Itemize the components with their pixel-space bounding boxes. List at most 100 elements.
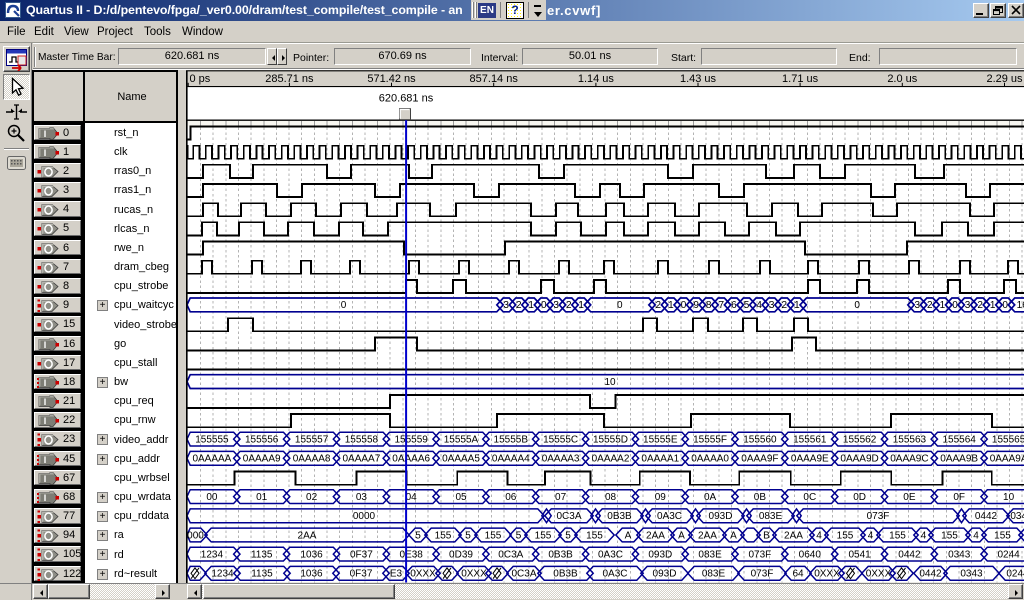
svg-text:5: 5 xyxy=(415,530,421,541)
svg-text:06: 06 xyxy=(505,492,517,503)
svg-text:3: 3 xyxy=(503,300,509,311)
svg-text:03: 03 xyxy=(356,492,368,503)
svg-text:15555A: 15555A xyxy=(444,434,479,445)
svg-text:0640: 0640 xyxy=(799,549,822,560)
svg-text:3: 3 xyxy=(915,300,921,311)
svg-text:15555D: 15555D xyxy=(593,434,628,445)
svg-text:0442: 0442 xyxy=(975,511,998,522)
svg-text:A: A xyxy=(730,530,737,541)
svg-text:2AA: 2AA xyxy=(298,530,317,541)
svg-text:083E: 083E xyxy=(702,569,726,580)
svg-text:0A3C: 0A3C xyxy=(602,569,627,580)
svg-text:2: 2 xyxy=(782,300,788,311)
svg-text:64: 64 xyxy=(792,569,804,580)
svg-text:07: 07 xyxy=(555,492,567,503)
svg-text:7: 7 xyxy=(719,300,725,311)
svg-text:4: 4 xyxy=(973,530,979,541)
svg-text:155: 155 xyxy=(586,530,603,541)
svg-text:0: 0 xyxy=(681,300,687,311)
svg-text:B: B xyxy=(763,530,770,541)
svg-text:2: 2 xyxy=(566,300,572,311)
svg-text:0AAAA1: 0AAAA1 xyxy=(641,454,679,465)
svg-text:5: 5 xyxy=(465,530,471,541)
svg-text:083E: 083E xyxy=(698,549,722,560)
svg-text:083E: 083E xyxy=(759,511,783,522)
svg-text:0343: 0343 xyxy=(948,549,971,560)
svg-text:155: 155 xyxy=(889,530,906,541)
svg-text:1: 1 xyxy=(794,300,800,311)
svg-text:0C3A: 0C3A xyxy=(511,569,536,580)
svg-text:0AAAA8: 0AAAA8 xyxy=(293,454,331,465)
svg-text:A: A xyxy=(625,530,632,541)
svg-text:01: 01 xyxy=(256,492,268,503)
svg-text:04: 04 xyxy=(406,492,418,503)
svg-text:2: 2 xyxy=(977,300,983,311)
svg-text:155556: 155556 xyxy=(245,434,279,445)
svg-text:0XXX: 0XXX xyxy=(814,569,840,580)
svg-text:4: 4 xyxy=(816,530,822,541)
svg-text:155563: 155563 xyxy=(893,434,927,445)
svg-text:155555: 155555 xyxy=(195,434,229,445)
svg-text:155558: 155558 xyxy=(345,434,379,445)
svg-text:093D: 093D xyxy=(709,511,733,522)
svg-text:3: 3 xyxy=(965,300,971,311)
svg-text:1: 1 xyxy=(668,300,674,311)
svg-text:10: 10 xyxy=(604,377,616,388)
svg-text:0B3B: 0B3B xyxy=(548,549,573,560)
svg-text:0F37: 0F37 xyxy=(350,569,373,580)
svg-text:A: A xyxy=(678,530,685,541)
svg-text:0D39: 0D39 xyxy=(449,549,473,560)
svg-text:0541: 0541 xyxy=(848,549,871,560)
svg-text:09: 09 xyxy=(655,492,667,503)
svg-text:620.681 ns: 620.681 ns xyxy=(379,93,434,105)
svg-text:0AAA9B: 0AAA9B xyxy=(940,454,978,465)
svg-text:0AAAAA: 0AAAAA xyxy=(192,454,231,465)
svg-text:0: 0 xyxy=(341,300,347,311)
svg-text:1135: 1135 xyxy=(251,569,273,580)
svg-text:0AAAA7: 0AAAA7 xyxy=(342,454,380,465)
svg-text:0: 0 xyxy=(1002,300,1008,311)
svg-text:0AAAA3: 0AAAA3 xyxy=(542,454,580,465)
svg-text:3: 3 xyxy=(769,300,775,311)
svg-text:155565: 155565 xyxy=(992,434,1024,445)
svg-text:0C3A: 0C3A xyxy=(498,549,523,560)
svg-text:0E: 0E xyxy=(903,492,916,503)
svg-text:1234: 1234 xyxy=(201,549,224,560)
svg-text:0AAA9D: 0AAA9D xyxy=(840,454,878,465)
svg-text:5: 5 xyxy=(516,530,522,541)
svg-text:155564: 155564 xyxy=(943,434,977,445)
svg-text:0442: 0442 xyxy=(898,549,921,560)
svg-text:10: 10 xyxy=(1003,492,1015,503)
svg-text:0B3B: 0B3B xyxy=(607,511,632,522)
svg-text:0F: 0F xyxy=(953,492,965,503)
svg-text:8: 8 xyxy=(706,300,712,311)
svg-text:0C: 0C xyxy=(803,492,816,503)
svg-text:155562: 155562 xyxy=(843,434,877,445)
svg-text:073F: 073F xyxy=(751,569,774,580)
svg-text:2AA: 2AA xyxy=(784,530,803,541)
svg-text:073F: 073F xyxy=(867,511,890,522)
svg-text:155: 155 xyxy=(535,530,552,541)
svg-text:4: 4 xyxy=(921,530,927,541)
svg-text:155: 155 xyxy=(435,530,452,541)
svg-text:E3: E3 xyxy=(390,569,403,580)
svg-text:4: 4 xyxy=(756,300,762,311)
svg-text:155560: 155560 xyxy=(743,434,777,445)
svg-text:155: 155 xyxy=(837,530,854,541)
svg-text:2: 2 xyxy=(927,300,933,311)
svg-text:02: 02 xyxy=(306,492,318,503)
svg-text:0XXX: 0XXX xyxy=(866,569,892,580)
svg-text:0442: 0442 xyxy=(919,569,942,580)
svg-text:0343: 0343 xyxy=(960,569,983,580)
svg-text:0343: 0343 xyxy=(1010,511,1024,522)
svg-text:9: 9 xyxy=(693,300,699,311)
svg-text:0A3C: 0A3C xyxy=(598,549,623,560)
svg-text:000: 000 xyxy=(187,530,204,541)
svg-text:0AAAA5: 0AAAA5 xyxy=(442,454,480,465)
svg-text:0AAAA0: 0AAAA0 xyxy=(691,454,729,465)
svg-text:155: 155 xyxy=(485,530,502,541)
svg-text:1: 1 xyxy=(528,300,534,311)
svg-text:00: 00 xyxy=(206,492,218,503)
svg-text:0: 0 xyxy=(541,300,547,311)
svg-text:0A3C: 0A3C xyxy=(657,511,682,522)
